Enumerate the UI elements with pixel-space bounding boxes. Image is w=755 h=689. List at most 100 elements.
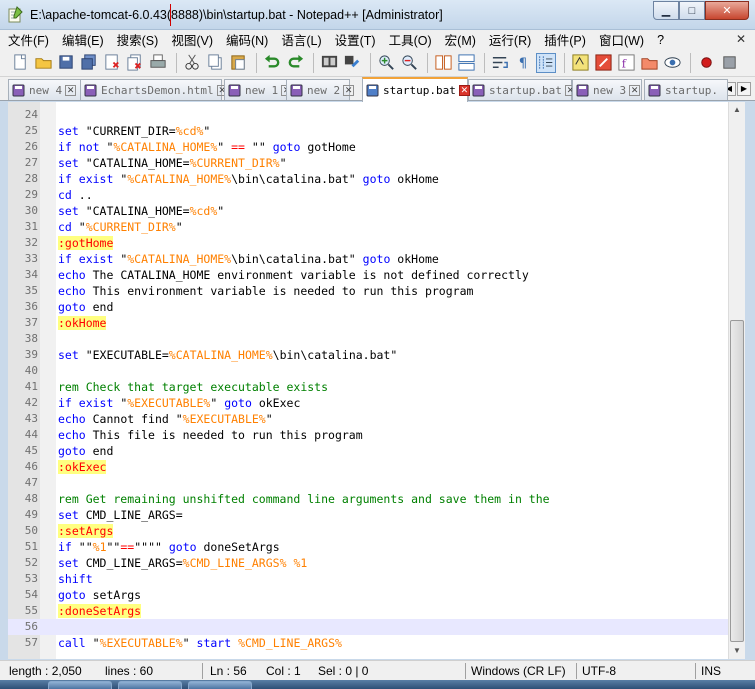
function-list-icon[interactable]: f — [616, 53, 636, 73]
code-line[interactable]: 44 echo This file is needed to run this p… — [8, 427, 728, 443]
code-line[interactable]: 39 set "EXECUTABLE=%CATALINA_HOME%\bin\ca… — [8, 347, 728, 363]
close-all-icon[interactable] — [125, 53, 145, 73]
code-line[interactable]: 55:doneSetArgs — [8, 603, 728, 619]
doc-map-icon[interactable] — [593, 53, 613, 73]
new-file-icon[interactable] — [10, 53, 30, 73]
tab-item[interactable]: new 1✕ — [224, 79, 293, 100]
code-line[interactable]: 34 echo The CATALINA_HOME environment var… — [8, 267, 728, 283]
code-line[interactable]: 25 set "CURRENT_DIR=%cd%" — [8, 123, 728, 139]
redo-icon[interactable] — [285, 53, 305, 73]
code-line[interactable]: 30 set "CATALINA_HOME=%cd%" — [8, 203, 728, 219]
sync-vertical-icon[interactable] — [433, 53, 453, 73]
code-line[interactable]: 36 goto end — [8, 299, 728, 315]
vertical-scrollbar[interactable]: ▲ ▼ — [728, 102, 745, 659]
tab-item[interactable]: EchartsDemon.html ✕ — [80, 79, 228, 100]
status-encoding[interactable]: UTF-8 — [582, 664, 616, 678]
code-line[interactable]: 31 cd "%CURRENT_DIR%" — [8, 219, 728, 235]
code-line[interactable]: 48 rem Get remaining unshifted command li… — [8, 491, 728, 507]
code-line[interactable]: 42 if exist "%EXECUTABLE%" goto okExec — [8, 395, 728, 411]
code-line[interactable]: 37:okHome — [8, 315, 728, 331]
folder-workspace-icon[interactable] — [639, 53, 659, 73]
code-line[interactable]: 27 set "CATALINA_HOME=%CURRENT_DIR%" — [8, 155, 728, 171]
tab-close-icon[interactable]: ✕ — [343, 84, 355, 96]
code-line[interactable]: 29 cd .. — [8, 187, 728, 203]
user-language-icon[interactable] — [570, 53, 590, 73]
scrollbar-thumb[interactable] — [730, 320, 744, 642]
sync-horizontal-icon[interactable] — [456, 53, 476, 73]
code-line[interactable]: 24 — [8, 107, 728, 123]
tab-close-icon[interactable]: ✕ — [458, 85, 470, 96]
tab-item[interactable]: startup. — [644, 79, 728, 100]
code-line[interactable]: 56 — [8, 619, 728, 635]
stop-record-icon[interactable] — [719, 53, 739, 73]
tab-item[interactable]: new 2 ✕ — [286, 79, 355, 100]
code-editor[interactable]: 24 25 set "CURRENT_DIR=%cd%" 26 if not "%CAT… — [8, 102, 728, 659]
taskbar-button[interactable] — [188, 681, 252, 689]
save-all-icon[interactable] — [79, 53, 99, 73]
code-area[interactable]: 24 25 set "CURRENT_DIR=%cd%" 26 if not "%CAT… — [8, 107, 728, 651]
scroll-up-icon[interactable]: ▲ — [729, 102, 745, 118]
tab-scroll-right-icon[interactable]: ▶ — [737, 82, 751, 96]
close-icon[interactable] — [102, 53, 122, 73]
code-line[interactable]: 28 if exist "%CATALINA_HOME%\bin\catalina… — [8, 171, 728, 187]
menu-item[interactable]: 宏(M) — [445, 30, 476, 49]
menu-item[interactable]: 插件(P) — [544, 30, 586, 49]
find-icon[interactable] — [319, 53, 339, 73]
tab-close-icon[interactable]: ✕ — [65, 84, 77, 96]
code-line[interactable]: 52 set CMD_LINE_ARGS=%CMD_LINE_ARGS% %1 — [8, 555, 728, 571]
code-line[interactable]: 49 set CMD_LINE_ARGS= — [8, 507, 728, 523]
zoom-out-icon[interactable] — [399, 53, 419, 73]
indent-guide-icon[interactable] — [536, 52, 556, 73]
code-line[interactable]: 50:setArgs — [8, 523, 728, 539]
code-line[interactable]: 46:okExec — [8, 459, 728, 475]
code-line[interactable]: 35 echo This environment variable is need… — [8, 283, 728, 299]
code-line[interactable]: 43 echo Cannot find "%EXECUTABLE%" — [8, 411, 728, 427]
status-eol-format[interactable]: Windows (CR LF) — [471, 664, 566, 678]
zoom-in-icon[interactable] — [376, 53, 396, 73]
word-wrap-icon[interactable] — [490, 53, 510, 73]
maximize-button[interactable]: □ — [679, 1, 705, 20]
open-file-icon[interactable] — [33, 53, 53, 73]
menu-item[interactable]: 窗口(W) — [599, 30, 644, 49]
code-line[interactable]: 53 shift — [8, 571, 728, 587]
code-line[interactable]: 51 if ""%1""=="""" goto doneSetArgs — [8, 539, 728, 555]
copy-icon[interactable] — [205, 53, 225, 73]
cut-icon[interactable] — [182, 53, 202, 73]
monitor-icon[interactable] — [662, 53, 682, 73]
code-line[interactable]: 33 if exist "%CATALINA_HOME%\bin\catalina… — [8, 251, 728, 267]
taskbar-button[interactable] — [118, 681, 182, 689]
menu-item[interactable]: 编辑(E) — [62, 30, 104, 49]
record-macro-icon[interactable] — [696, 53, 716, 73]
taskbar-button[interactable] — [48, 681, 112, 689]
tab-item[interactable]: new 4 ✕ — [8, 79, 82, 100]
menu-item[interactable]: 运行(R) — [489, 30, 531, 49]
menu-item[interactable]: 语言(L) — [281, 30, 321, 49]
replace-icon[interactable] — [342, 53, 362, 73]
tab-item[interactable]: startup.bat ✕ — [468, 79, 576, 100]
tab-item[interactable]: startup.bat ✕ — [362, 77, 470, 102]
code-line[interactable]: 26 if not "%CATALINA_HOME%" == "" goto go… — [8, 139, 728, 155]
code-line[interactable]: 40 — [8, 363, 728, 379]
code-line[interactable]: 32:gotHome — [8, 235, 728, 251]
print-icon[interactable] — [148, 53, 168, 73]
menu-item[interactable]: 文件(F) — [8, 30, 49, 49]
tab-close-icon[interactable]: ✕ — [629, 84, 641, 96]
code-line[interactable]: 41 rem Check that target executable exist… — [8, 379, 728, 395]
code-line[interactable]: 54 goto setArgs — [8, 587, 728, 603]
undo-icon[interactable] — [262, 53, 282, 73]
scroll-down-icon[interactable]: ▼ — [729, 643, 745, 659]
menu-item[interactable]: ? — [657, 33, 664, 47]
code-line[interactable]: 57 call "%EXECUTABLE%" start %CMD_LINE_AR… — [8, 635, 728, 651]
paste-icon[interactable] — [228, 53, 248, 73]
code-line[interactable]: 45 goto end — [8, 443, 728, 459]
tab-item[interactable]: new 3 ✕ — [572, 79, 642, 100]
show-all-chars-icon[interactable]: ¶ — [513, 53, 533, 73]
menu-item[interactable]: 编码(N) — [226, 30, 268, 49]
code-line[interactable]: 47 — [8, 475, 728, 491]
menu-item[interactable]: 搜索(S) — [117, 30, 159, 49]
code-line[interactable]: 38 — [8, 331, 728, 347]
close-window-button[interactable]: ✕ — [705, 1, 749, 20]
save-icon[interactable] — [56, 53, 76, 73]
close-document-icon[interactable]: ✕ — [736, 32, 746, 46]
minimize-button[interactable]: ▁ — [653, 1, 679, 20]
